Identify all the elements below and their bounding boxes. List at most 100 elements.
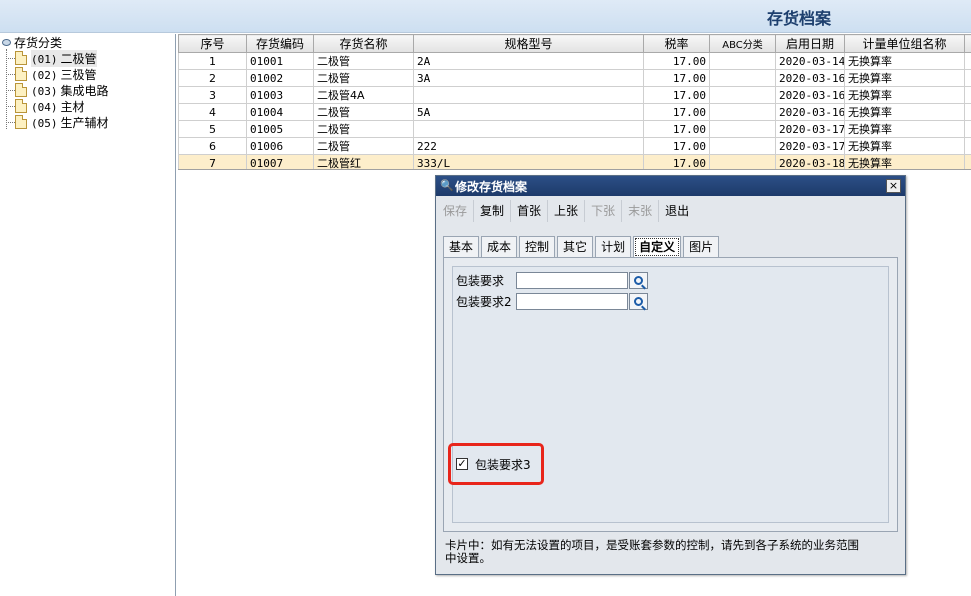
packaging-input-2[interactable] [516, 292, 628, 310]
save-button[interactable]: 保存 [437, 200, 475, 222]
cell-no[interactable]: 4 [178, 103, 247, 121]
tab-image[interactable]: 图片 [683, 236, 720, 258]
cell-date[interactable]: 2020-03-14 [775, 52, 845, 70]
cell-name[interactable]: 二极管 [313, 69, 414, 87]
cell-no[interactable]: 5 [178, 120, 247, 138]
cell-no[interactable]: 2 [178, 69, 247, 87]
exit-button[interactable]: 退出 [659, 200, 695, 222]
table-row[interactable]: 7 01007 二极管红 333/L 17.00 2020-03-18 无换算率 [178, 154, 971, 169]
table-row[interactable]: 1 01001 二极管 2A 17.00 2020-03-14 无换算率 [178, 52, 971, 70]
cell-code[interactable]: 01006 [246, 137, 314, 155]
packaging-3-checkbox-row[interactable]: ✓ 包装要求3 [456, 456, 531, 472]
cell-date[interactable]: 2020-03-17 [775, 120, 845, 138]
cell-no[interactable]: 7 [178, 154, 247, 169]
tree-item-03[interactable]: (03) 集成电路 [6, 82, 109, 98]
cell-tax[interactable]: 17.00 [643, 52, 710, 70]
cell-spec[interactable]: 222 [413, 137, 644, 155]
cell-spec[interactable]: 333/L [413, 154, 644, 169]
dialog-title-bar[interactable]: 🔍 修改存货档案 [436, 176, 905, 196]
cell-unit[interactable]: 无换算率 [844, 52, 965, 70]
copy-button[interactable]: 复制 [474, 200, 512, 222]
tab-plan[interactable]: 计划 [595, 236, 632, 258]
tree-item-01[interactable]: (01) 二极管 [6, 49, 97, 67]
cell-unit[interactable]: 无换算率 [844, 154, 965, 169]
cell-tax[interactable]: 17.00 [643, 103, 710, 121]
cell-date[interactable]: 2020-03-16 [775, 86, 845, 104]
last-button[interactable]: 末张 [622, 200, 660, 222]
category-tree[interactable]: 存货分类 (01) 二极管 (02) 三极管 (03) 集成电路 (04) 主材 (05… [0, 34, 176, 596]
cell-code[interactable]: 01007 [246, 154, 314, 169]
tab-other[interactable]: 其它 [557, 236, 594, 258]
tab-control[interactable]: 控制 [519, 236, 556, 258]
cell-unit[interactable]: 无换算率 [844, 137, 965, 155]
cell-name[interactable]: 二极管红 [313, 154, 414, 169]
lookup-button-2[interactable] [629, 292, 648, 310]
cell-no[interactable]: 3 [178, 86, 247, 104]
tree-item-04[interactable]: (04) 主材 [6, 98, 85, 114]
cell-spec[interactable]: 2A [413, 52, 644, 70]
cell-unit[interactable]: 无换算率 [844, 120, 965, 138]
cell-date[interactable]: 2020-03-16 [775, 103, 845, 121]
cell-spec[interactable] [413, 86, 644, 104]
cell-name[interactable]: 二极管4A [313, 86, 414, 104]
cell-name[interactable]: 二极管 [313, 137, 414, 155]
column-header[interactable]: 存货名称 [313, 34, 414, 53]
tree-item-02[interactable]: (02) 三极管 [6, 66, 97, 82]
cell-unit[interactable]: 无换算率 [844, 86, 965, 104]
cell-name[interactable]: 二极管 [313, 120, 414, 138]
column-header[interactable]: 序号 [178, 34, 247, 53]
cell-date[interactable]: 2020-03-17 [775, 137, 845, 155]
cell-date[interactable]: 2020-03-16 [775, 69, 845, 87]
cell-no[interactable]: 6 [178, 137, 247, 155]
column-header[interactable]: 规格型号 [413, 34, 644, 53]
prev-button[interactable]: 上张 [548, 200, 586, 222]
cell-name[interactable]: 二极管 [313, 52, 414, 70]
cell-abc[interactable] [709, 69, 776, 87]
cell-code[interactable]: 01002 [246, 69, 314, 87]
cell-tax[interactable]: 17.00 [643, 69, 710, 87]
cell-spec[interactable]: 5A [413, 103, 644, 121]
table-row[interactable]: 5 01005 二极管 17.00 2020-03-17 无换算率 [178, 120, 971, 138]
next-button[interactable]: 下张 [585, 200, 623, 222]
table-row[interactable]: 6 01006 二极管 222 17.00 2020-03-17 无换算率 [178, 137, 971, 155]
tree-root[interactable]: 存货分类 [2, 35, 62, 50]
cell-unit[interactable]: 无换算率 [844, 103, 965, 121]
cell-abc[interactable] [709, 137, 776, 155]
lookup-button-1[interactable] [629, 271, 648, 289]
column-header[interactable]: 启用日期 [775, 34, 845, 53]
cell-abc[interactable] [709, 52, 776, 70]
cell-abc[interactable] [709, 86, 776, 104]
table-row[interactable]: 4 01004 二极管 5A 17.00 2020-03-16 无换算率 [178, 103, 971, 121]
column-header[interactable]: 税率 [643, 34, 710, 53]
cell-date[interactable]: 2020-03-18 [775, 154, 845, 169]
tree-item-05[interactable]: (05) 生产辅材 [6, 114, 109, 130]
first-button[interactable]: 首张 [511, 200, 549, 222]
cell-code[interactable]: 01004 [246, 103, 314, 121]
column-header[interactable]: 计量单位组名称 [844, 34, 965, 53]
packaging-3-checkbox[interactable]: ✓ [456, 458, 468, 470]
tab-custom[interactable]: 自定义 [633, 236, 682, 258]
column-header[interactable]: ABC分类 [709, 34, 776, 53]
cell-tax[interactable]: 17.00 [643, 120, 710, 138]
column-header[interactable]: 存货编码 [246, 34, 314, 53]
inventory-grid[interactable]: 序号 存货编码 存货名称 规格型号 税率 ABC分类 启用日期 计量单位组名称 … [178, 34, 971, 170]
cell-no[interactable]: 1 [178, 52, 247, 70]
cell-abc[interactable] [709, 103, 776, 121]
tab-cost[interactable]: 成本 [481, 236, 518, 258]
tab-basic[interactable]: 基本 [443, 236, 480, 258]
cell-tax[interactable]: 17.00 [643, 86, 710, 104]
cell-name[interactable]: 二极管 [313, 103, 414, 121]
cell-code[interactable]: 01001 [246, 52, 314, 70]
cell-spec[interactable]: 3A [413, 69, 644, 87]
table-row[interactable]: 3 01003 二极管4A 17.00 2020-03-16 无换算率 [178, 86, 971, 104]
cell-abc[interactable] [709, 154, 776, 169]
table-row[interactable]: 2 01002 二极管 3A 17.00 2020-03-16 无换算率 [178, 69, 971, 87]
packaging-input-1[interactable] [516, 271, 628, 289]
cell-spec[interactable] [413, 120, 644, 138]
cell-tax[interactable]: 17.00 [643, 137, 710, 155]
cell-abc[interactable] [709, 120, 776, 138]
close-icon[interactable]: × [886, 179, 901, 193]
cell-unit[interactable]: 无换算率 [844, 69, 965, 87]
cell-code[interactable]: 01003 [246, 86, 314, 104]
cell-code[interactable]: 01005 [246, 120, 314, 138]
